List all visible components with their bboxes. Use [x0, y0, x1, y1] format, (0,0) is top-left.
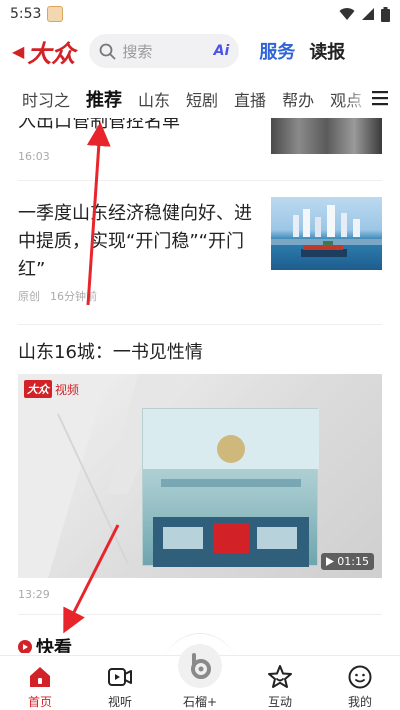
logo-arrow-icon: ◀ [12, 41, 25, 61]
face-icon [348, 665, 372, 689]
video-player[interactable]: 大众 视频 01:15 [18, 374, 382, 578]
news-item-meta: 原创 16分钟前 [18, 288, 97, 304]
dazhong-logo[interactable]: ◀ 大众 [12, 34, 75, 69]
divider [18, 180, 382, 181]
poster-art [143, 409, 319, 567]
news-item-title[interactable]: 山东16城：一书见性情 [18, 339, 382, 367]
news-item-thumbnail[interactable] [271, 118, 382, 154]
nav-home[interactable]: 首页 [0, 656, 80, 710]
star-icon [268, 665, 292, 688]
pomegranate-glyph [191, 653, 211, 679]
status-bar: 5:53 [0, 0, 400, 28]
nav-label: 视听 [107, 695, 132, 709]
divider [18, 324, 382, 325]
status-icons [339, 6, 390, 22]
play-circle-icon [18, 640, 32, 653]
video-brand-mark: 大众 [24, 380, 52, 398]
news-item-time: 16分钟前 [50, 290, 97, 303]
play-icon [326, 557, 335, 566]
video-brand-sub: 视频 [55, 382, 80, 397]
search-input[interactable]: 搜索 Ai [89, 34, 240, 68]
tab-shixizhi[interactable]: 时习之 [22, 87, 70, 111]
search-placeholder: 搜索 [122, 42, 153, 61]
section-title: 快看 [36, 638, 72, 653]
news-item-title[interactable]: 一季度山东经济稳健向好、进中提质，实现“开门稳”“开门红” [18, 200, 258, 284]
status-time: 5:53 [10, 6, 42, 22]
tab-shandong[interactable]: 山东 [138, 87, 170, 111]
news-item-time: 16:03 [18, 150, 50, 163]
news-item-source: 原创 [18, 290, 40, 303]
channel-menu-icon[interactable] [372, 90, 388, 106]
pomegranate-icon[interactable] [178, 644, 222, 688]
tabs-fade [346, 82, 370, 116]
quick-look-section[interactable]: 快看 [18, 634, 72, 653]
nav-label: 首页 [27, 695, 52, 709]
nav-video[interactable]: 视听 [80, 656, 160, 710]
divider [18, 614, 382, 615]
video-brand: 大众 视频 [24, 380, 79, 398]
ai-search-icon[interactable]: Ai [214, 43, 230, 59]
nav-label: 互动 [267, 695, 292, 709]
channel-tabs: 时习之 推荐 山东 短剧 直播 帮办 观点 [0, 82, 400, 116]
video-duration: 01:15 [337, 555, 369, 568]
video-icon [108, 668, 132, 686]
battery-icon [381, 6, 390, 22]
news-item-time: 13:29 [18, 588, 50, 601]
nav-me[interactable]: 我的 [320, 656, 400, 710]
news-item-title[interactable]: 入出口管制管控名单 [18, 118, 258, 136]
video-poster [142, 408, 319, 567]
video-duration-badge: 01:15 [321, 553, 374, 570]
service-link[interactable]: 服务 [259, 38, 295, 64]
tab-short-drama[interactable]: 短剧 [186, 87, 218, 111]
news-item-thumbnail[interactable] [271, 197, 382, 270]
nav-label: 我的 [347, 695, 372, 709]
nav-interact[interactable]: 互动 [240, 656, 320, 710]
news-feed[interactable]: 入出口管制管控名单 16:03 一季度山东经济稳健向好、进中提质，实现“开门稳”… [0, 118, 400, 653]
tab-recommend[interactable]: 推荐 [86, 86, 122, 112]
app-header: ◀ 大众 搜索 Ai 服务 读报 [0, 28, 400, 74]
wifi-icon [339, 8, 355, 20]
port-image [271, 205, 382, 257]
tab-help[interactable]: 帮办 [282, 87, 314, 111]
nav-label: 石榴+ [182, 695, 218, 709]
search-icon [99, 43, 116, 59]
notification-app-icon [47, 6, 64, 22]
read-newspaper-link[interactable]: 读报 [309, 38, 345, 64]
home-icon [30, 667, 50, 687]
signal-icon [362, 8, 374, 20]
tab-live[interactable]: 直播 [234, 87, 266, 111]
logo-text: 大众 [27, 38, 76, 68]
